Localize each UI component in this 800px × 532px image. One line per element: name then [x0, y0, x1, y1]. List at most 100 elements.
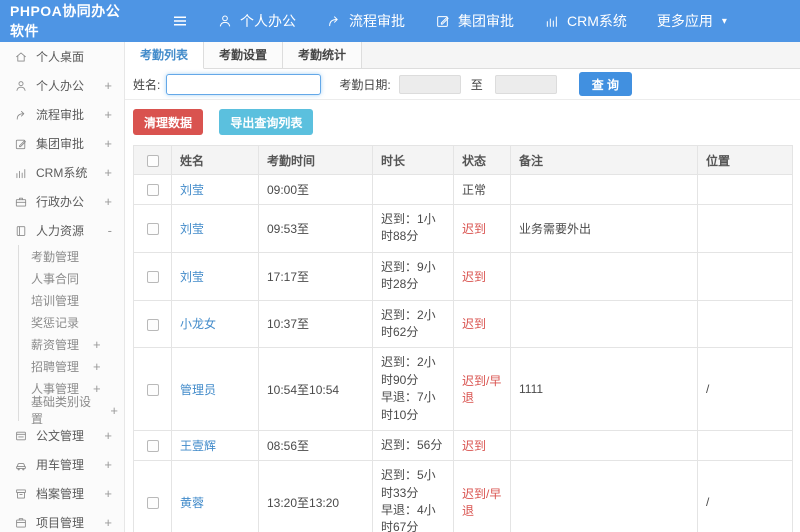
expand-toggle-icon[interactable]: +: [104, 165, 112, 180]
location-cell: [697, 204, 793, 253]
sidebar-item[interactable]: CRM系统 +: [0, 158, 124, 187]
folder-icon: [14, 516, 28, 530]
tab[interactable]: 考勤设置: [204, 42, 284, 68]
select-all-checkbox[interactable]: [146, 154, 159, 167]
top-navbar: PHPOA协同办公软件 个人办公 流程审批 集团审批 CRM系统 更多应用 ▾: [0, 0, 800, 42]
table-row: 刘莹 09:53至 迟到：1小时88分 迟到 业务需要外出: [133, 204, 793, 253]
expand-toggle-icon[interactable]: +: [104, 194, 112, 209]
attendance-time-cell: 09:53至: [258, 204, 373, 253]
sidebar-item[interactable]: 项目管理 +: [0, 508, 124, 532]
sidebar-item[interactable]: 奖惩记录: [18, 311, 124, 333]
user-icon: [14, 79, 28, 93]
expand-toggle-icon[interactable]: +: [104, 78, 112, 93]
employee-name-link[interactable]: 黄蓉: [180, 496, 204, 510]
location-cell: [697, 429, 793, 462]
sidebar-item-label: 公文管理: [36, 429, 85, 443]
expand-toggle-icon[interactable]: +: [93, 337, 101, 352]
column-header: 姓名: [171, 145, 259, 175]
top-nav-item[interactable]: 个人办公: [217, 11, 296, 31]
table-header-row: 姓名 考勤时间 时长 状态 备注 位置: [133, 145, 793, 175]
sidebar-item[interactable]: 人力资源 -: [0, 216, 124, 245]
note-cell: [510, 174, 698, 205]
employee-name-link[interactable]: 王壹辉: [180, 439, 216, 453]
sidebar-item-label: 集团审批: [36, 137, 85, 151]
employee-name-link[interactable]: 刘莹: [180, 222, 204, 236]
row-checkbox[interactable]: [146, 440, 159, 453]
column-header: 位置: [697, 145, 793, 175]
row-checkbox[interactable]: [146, 223, 159, 236]
sidebar-item[interactable]: 招聘管理 +: [18, 355, 124, 377]
expand-toggle-icon[interactable]: +: [104, 136, 112, 151]
note-cell: 业务需要外出: [510, 204, 698, 253]
attendance-time-cell: 08:56至: [258, 429, 373, 462]
date-from-input[interactable]: [398, 74, 461, 94]
row-checkbox[interactable]: [146, 318, 159, 331]
top-nav-item[interactable]: CRM系统: [544, 11, 627, 31]
status-cell: 迟到: [453, 429, 511, 462]
sidebar-item[interactable]: 行政办公 +: [0, 187, 124, 216]
sidebar-item[interactable]: 流程审批 +: [0, 100, 124, 129]
sidebar-item[interactable]: 培训管理: [18, 289, 124, 311]
expand-toggle-icon[interactable]: +: [110, 403, 118, 418]
top-nav-item[interactable]: 更多应用: [657, 11, 727, 31]
top-nav-item[interactable]: 集团审批: [435, 11, 514, 31]
sidebar-item[interactable]: 人事合同: [18, 267, 124, 289]
row-checkbox[interactable]: [146, 184, 159, 197]
employee-name-link[interactable]: 小龙女: [180, 317, 216, 331]
top-nav-label: 个人办公: [240, 13, 296, 29]
home-icon: [14, 50, 28, 64]
tab-bar: 考勤列表 考勤设置 考勤统计: [125, 42, 800, 69]
sidebar-item[interactable]: 个人桌面: [0, 42, 124, 71]
sidebar-item[interactable]: 用车管理 +: [0, 450, 124, 479]
column-header: 状态: [453, 145, 511, 175]
top-nav-label: CRM系统: [567, 13, 627, 29]
status-cell: 正常: [453, 174, 511, 205]
top-nav-item[interactable]: 流程审批: [326, 11, 405, 31]
status-cell: 迟到: [453, 299, 511, 349]
employee-name-link[interactable]: 管理员: [180, 383, 216, 397]
row-checkbox[interactable]: [146, 383, 159, 396]
sidebar-item-label: 人事合同: [31, 271, 80, 286]
sidebar-item[interactable]: 集团审批 +: [0, 129, 124, 158]
duration-cell: 迟到：56分: [372, 429, 454, 462]
sidebar-item[interactable]: 基础类别设置 +: [18, 395, 124, 426]
column-header: 考勤时间: [258, 145, 373, 175]
clean-data-button[interactable]: 清理数据: [133, 109, 204, 135]
row-checkbox[interactable]: [146, 496, 159, 509]
expand-toggle-icon[interactable]: +: [104, 457, 112, 472]
table-body: 刘莹 09:00至 正常 刘莹 09:53至 迟到：1小时88分 迟到 业务需要…: [133, 174, 793, 532]
main-content: 考勤列表 考勤设置 考勤统计 姓名: 考勤日期: 至 查 询 清理数据 导出查询…: [125, 42, 800, 532]
sidebar: 个人桌面 个人办公 + 流程审批 + 集团审批 + CRM系统 + 行政办公 +…: [0, 42, 125, 532]
expand-toggle-icon[interactable]: +: [104, 515, 112, 530]
row-checkbox[interactable]: [146, 271, 159, 283]
expand-toggle-icon[interactable]: +: [104, 428, 112, 443]
expand-toggle-icon[interactable]: +: [104, 486, 112, 501]
menu-icon[interactable]: [171, 11, 191, 31]
export-list-button[interactable]: 导出查询列表: [219, 109, 314, 135]
employee-name-link[interactable]: 刘莹: [180, 270, 204, 284]
expand-toggle-icon[interactable]: +: [93, 359, 101, 374]
tab[interactable]: 考勤列表: [125, 42, 205, 69]
note-cell: [510, 299, 698, 349]
name-input[interactable]: [166, 73, 322, 95]
date-to-input[interactable]: [494, 74, 557, 94]
sidebar-item[interactable]: 个人办公 +: [0, 71, 124, 100]
status-cell: 迟到/早退: [453, 347, 511, 431]
caret-down-icon: [722, 16, 727, 27]
attendance-time-cell: 13:20至13:20: [258, 460, 373, 532]
action-bar: 清理数据 导出查询列表: [125, 100, 800, 145]
chart-icon: [544, 13, 560, 29]
expand-toggle-icon[interactable]: -: [108, 223, 112, 238]
location-cell: [697, 174, 793, 205]
top-nav-label: 更多应用: [656, 13, 713, 29]
note-cell: [510, 251, 698, 301]
sidebar-item-label: 薪资管理: [31, 337, 80, 352]
employee-name-link[interactable]: 刘莹: [180, 183, 204, 197]
search-button[interactable]: 查 询: [578, 72, 633, 96]
sidebar-item[interactable]: 档案管理 +: [0, 479, 124, 508]
sidebar-item[interactable]: 薪资管理 +: [18, 333, 124, 355]
expand-toggle-icon[interactable]: +: [104, 107, 112, 122]
tab[interactable]: 考勤统计: [283, 42, 363, 68]
sidebar-item[interactable]: 考勤管理: [18, 245, 124, 267]
sidebar-item-label: 人力资源: [36, 224, 85, 238]
